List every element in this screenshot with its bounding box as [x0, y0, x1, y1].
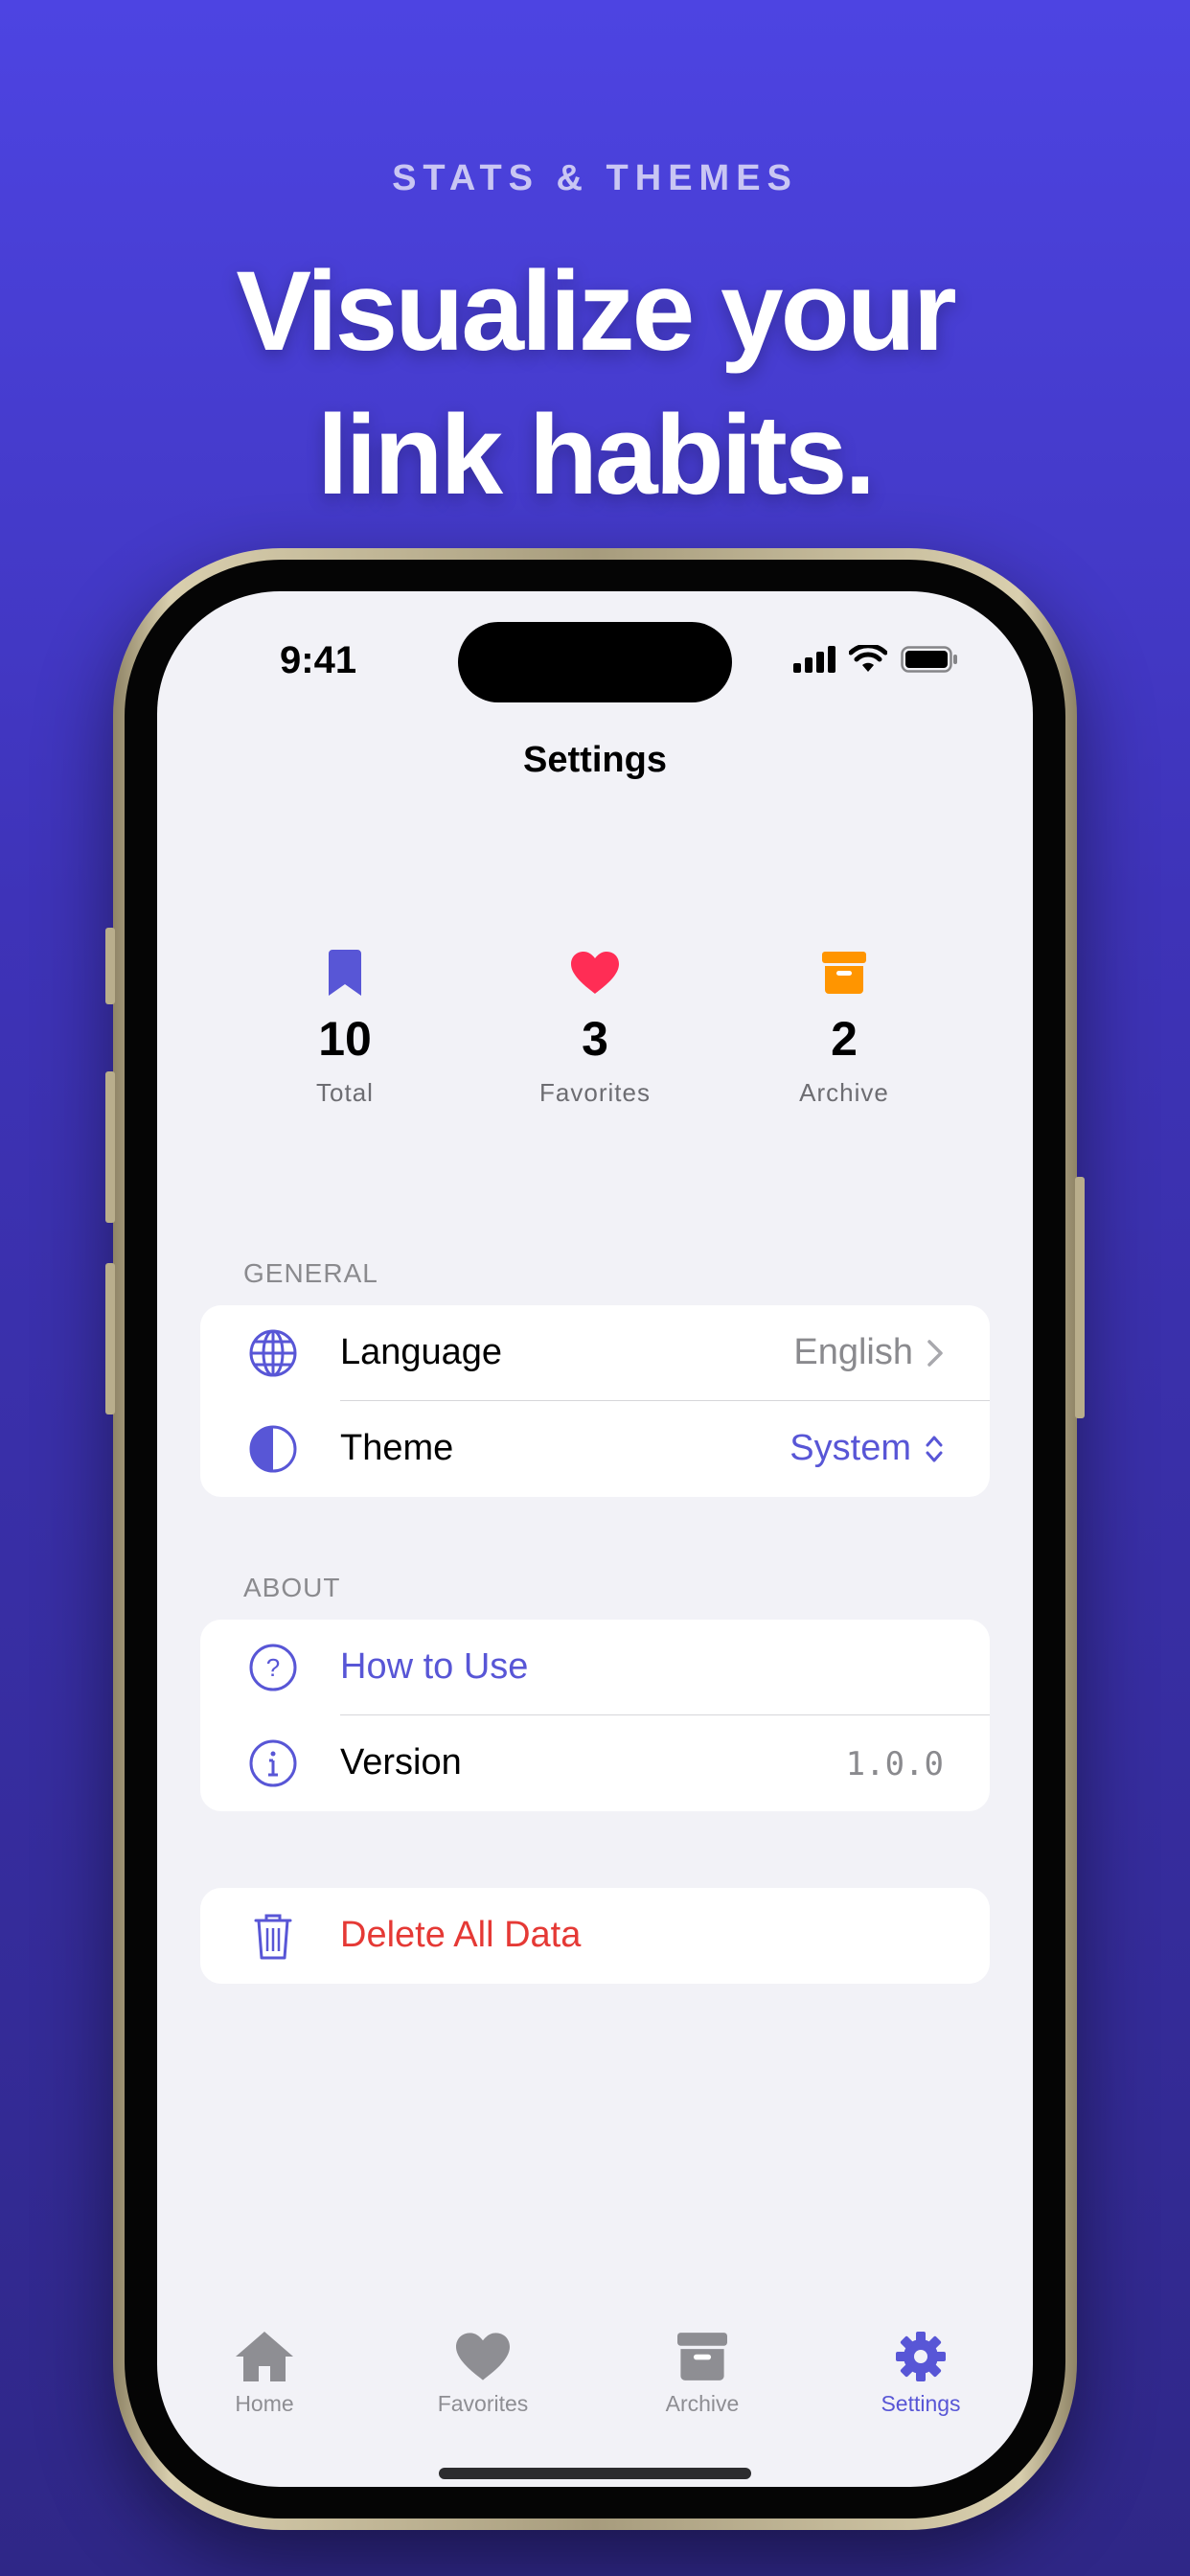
dynamic-island: [458, 622, 732, 702]
version-value: 1.0.0: [845, 1745, 944, 1783]
delete-all-data-row[interactable]: Delete All Data: [200, 1888, 990, 1984]
status-time: 9:41: [280, 639, 357, 681]
archive-icon: [822, 952, 866, 994]
theme-contrast-icon: [249, 1425, 297, 1473]
app-screen: 9:41 Settings 10 Total 3 Favorites 2 Arc…: [157, 591, 1033, 2487]
stat-archive-label: Archive: [799, 1078, 889, 1107]
language-value: English: [793, 1332, 913, 1372]
theme-value: System: [790, 1428, 911, 1468]
stat-archive-value: 2: [831, 1012, 858, 1066]
stats-summary: 10 Total 3 Favorites 2 Archive: [157, 946, 1033, 1138]
section-header-general: GENERAL: [243, 1258, 378, 1288]
theme-row[interactable]: Theme System: [200, 1401, 990, 1497]
promo-headline: Visualize your link habits.: [0, 240, 1190, 527]
section-header-about: ABOUT: [243, 1573, 341, 1602]
tab-settings-label: Settings: [881, 2391, 961, 2416]
action-button: [105, 928, 115, 1004]
headline-line-1: Visualize your: [236, 248, 956, 375]
home-indicator[interactable]: [439, 2468, 751, 2479]
archive-icon: [677, 2333, 727, 2380]
home-icon: [236, 2332, 293, 2381]
how-to-use-label: How to Use: [340, 1646, 529, 1687]
volume-up-button: [105, 1071, 115, 1223]
globe-icon: [249, 1329, 297, 1377]
version-label: Version: [340, 1742, 462, 1782]
how-to-use-row[interactable]: ? How to Use: [200, 1620, 990, 1715]
stat-favorites-label: Favorites: [539, 1078, 651, 1107]
stat-total-label: Total: [316, 1078, 374, 1107]
language-value-wrap: English: [793, 1332, 944, 1373]
chevron-up-down-icon: [926, 1436, 943, 1461]
stat-archive: 2 Archive: [748, 946, 940, 1108]
general-group: Language English Theme System: [200, 1305, 990, 1497]
cellular-signal-icon: [793, 646, 835, 673]
delete-all-data-label: Delete All Data: [340, 1915, 582, 1955]
tab-archive[interactable]: Archive: [616, 2326, 789, 2417]
status-icons: [793, 645, 958, 674]
tab-favorites-label: Favorites: [437, 2391, 529, 2416]
headline-line-2: link habits.: [316, 392, 876, 518]
trash-icon: [254, 1914, 292, 1960]
tab-favorites[interactable]: Favorites: [397, 2326, 569, 2417]
version-row: Version 1.0.0: [200, 1715, 990, 1811]
power-button: [1075, 1177, 1085, 1418]
stat-total: 10 Total: [249, 946, 441, 1108]
volume-down-button: [105, 1263, 115, 1414]
chevron-right-icon: [927, 1339, 943, 1367]
gear-icon: [896, 2332, 946, 2381]
language-label: Language: [340, 1332, 503, 1372]
info-circle-icon: [249, 1739, 297, 1787]
heart-icon: [571, 952, 619, 994]
tab-home[interactable]: Home: [178, 2326, 351, 2417]
battery-icon: [901, 646, 957, 673]
question-circle-icon: ?: [249, 1644, 297, 1691]
danger-group: Delete All Data: [200, 1888, 990, 1984]
stat-total-value: 10: [318, 1012, 372, 1066]
bookmark-icon: [329, 950, 361, 996]
stat-favorites-value: 3: [582, 1012, 608, 1066]
nav-title: Settings: [523, 740, 667, 780]
tab-bar: Home Favorites Archive Settings: [157, 2326, 1033, 2431]
theme-picker[interactable]: System: [790, 1428, 944, 1469]
tab-archive-label: Archive: [665, 2391, 740, 2416]
theme-label: Theme: [340, 1428, 454, 1468]
tab-settings[interactable]: Settings: [835, 2326, 1007, 2417]
promo-kicker: STATS & THEMES: [392, 158, 798, 198]
heart-icon: [456, 2333, 510, 2380]
stat-favorites: 3 Favorites: [499, 946, 691, 1108]
language-row[interactable]: Language English: [200, 1305, 990, 1401]
about-group: ? How to Use Version 1.0.0: [200, 1620, 990, 1811]
tab-home-label: Home: [235, 2391, 294, 2416]
wifi-icon: [849, 645, 887, 672]
svg-text:?: ?: [266, 1653, 280, 1682]
